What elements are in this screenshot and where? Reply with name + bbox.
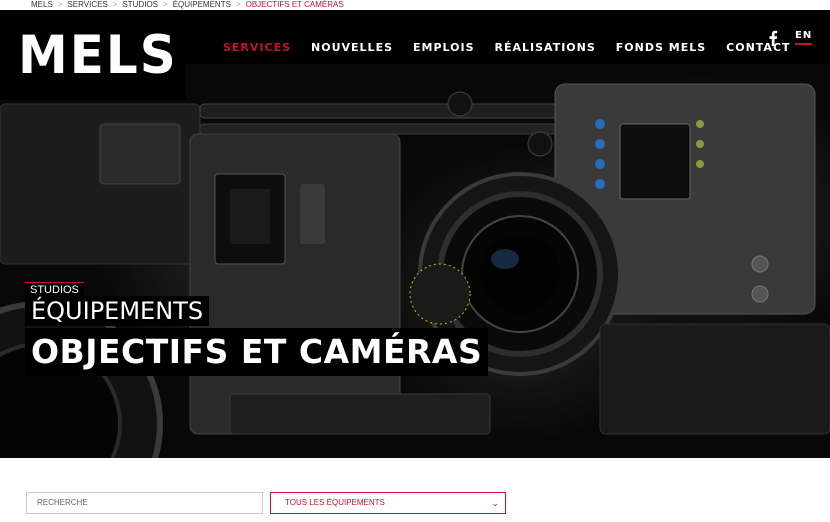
search-input[interactable]: RECHERCHE	[26, 492, 263, 514]
breadcrumb-separator: >	[163, 0, 168, 9]
site-logo: MELS	[18, 24, 178, 86]
chevron-down-icon: ⌄	[491, 498, 499, 508]
nav-item-contact[interactable]: CONTACT	[726, 41, 790, 54]
breadcrumb-separator: >	[112, 0, 118, 9]
breadcrumb-item-services[interactable]: SERVICES	[67, 0, 107, 9]
hero-subtitle: ÉQUIPEMENTS	[25, 296, 210, 326]
nav-item-nouvelles[interactable]: NOUVELLES	[311, 41, 393, 54]
breadcrumb-separator: >	[235, 0, 241, 9]
breadcrumb: MELS > SERVICES > STUDIOS > ÉQUIPEMENTS > OBJECT…	[0, 0, 830, 10]
nav-item-emplois[interactable]: EMPLOIS	[413, 41, 475, 54]
page-title: OBJECTIFS ET CAMÉRAS	[25, 328, 489, 376]
select-value: TOUS LES ÉQUIPEMENTS	[285, 498, 385, 507]
equipment-filter-select[interactable]: TOUS LES ÉQUIPEMENTS ⌄	[270, 492, 506, 514]
breadcrumb-separator: >	[57, 0, 63, 9]
breadcrumb-item-equipements[interactable]: ÉQUIPEMENTS	[173, 0, 231, 9]
hero-banner: STUDIOS ÉQUIPEMENTS OBJECTIFS ET CAMÉRAS	[0, 64, 830, 458]
language-switch[interactable]: EN	[795, 30, 813, 45]
breadcrumb-item-current: OBJECTIFS ET CAMÉRAS	[245, 0, 344, 9]
facebook-icon[interactable]	[766, 30, 780, 46]
breadcrumb-item-studios[interactable]: STUDIOS	[122, 0, 158, 9]
breadcrumb-item-mels[interactable]: MELS	[31, 0, 53, 9]
nav-item-services[interactable]: SERVICES	[223, 41, 291, 54]
nav-item-realisations[interactable]: RÉALISATIONS	[495, 41, 596, 54]
logo-box[interactable]: MELS	[0, 10, 186, 100]
hero-caption: STUDIOS ÉQUIPEMENTS OBJECTIFS ET CAMÉRAS	[0, 64, 830, 458]
hero-tag[interactable]: STUDIOS	[25, 282, 84, 296]
nav-item-fonds-mels[interactable]: FONDS MELS	[616, 41, 706, 54]
